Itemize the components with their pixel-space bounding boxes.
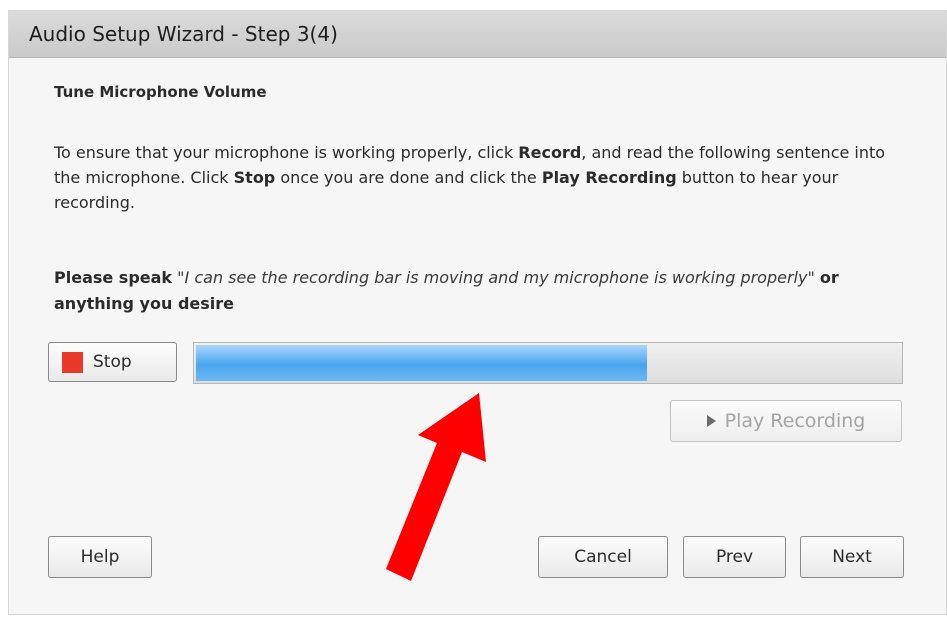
instructions-part-3: once you are done and click the bbox=[275, 168, 542, 187]
stop-keyword: Stop bbox=[233, 168, 276, 187]
play-recording-label: Play Recording bbox=[724, 410, 866, 432]
stop-square-icon bbox=[62, 351, 83, 373]
speak-sentence: "I can see the recording bar is moving a… bbox=[177, 268, 815, 287]
prev-button[interactable]: Prev bbox=[683, 536, 786, 578]
help-button[interactable]: Help bbox=[48, 536, 152, 578]
next-button[interactable]: Next bbox=[800, 536, 904, 578]
play-recording-button[interactable]: Play Recording bbox=[670, 400, 902, 442]
speak-prompt: Please speak "I can see the recording ba… bbox=[54, 265, 914, 317]
cancel-button[interactable]: Cancel bbox=[538, 536, 668, 578]
help-button-label: Help bbox=[80, 547, 120, 567]
stop-button[interactable]: Stop bbox=[48, 342, 177, 382]
stop-button-label: Stop bbox=[93, 352, 132, 372]
recording-level-fill bbox=[196, 345, 648, 381]
recording-level-bar bbox=[193, 342, 903, 384]
cancel-button-label: Cancel bbox=[574, 547, 632, 567]
speak-prefix: Please speak bbox=[54, 268, 173, 287]
prev-button-label: Prev bbox=[715, 547, 754, 567]
window-title: Audio Setup Wizard - Step 3(4) bbox=[29, 22, 338, 46]
play-recording-keyword: Play Recording bbox=[541, 168, 677, 187]
instructions-text: To ensure that your microphone is workin… bbox=[54, 140, 914, 215]
instructions-part-1: To ensure that your microphone is workin… bbox=[54, 143, 519, 162]
next-button-label: Next bbox=[832, 547, 872, 567]
title-bar[interactable]: Audio Setup Wizard - Step 3(4) bbox=[9, 11, 946, 58]
page-heading: Tune Microphone Volume bbox=[54, 83, 267, 101]
play-triangle-icon bbox=[706, 415, 716, 427]
record-keyword: Record bbox=[518, 143, 582, 162]
